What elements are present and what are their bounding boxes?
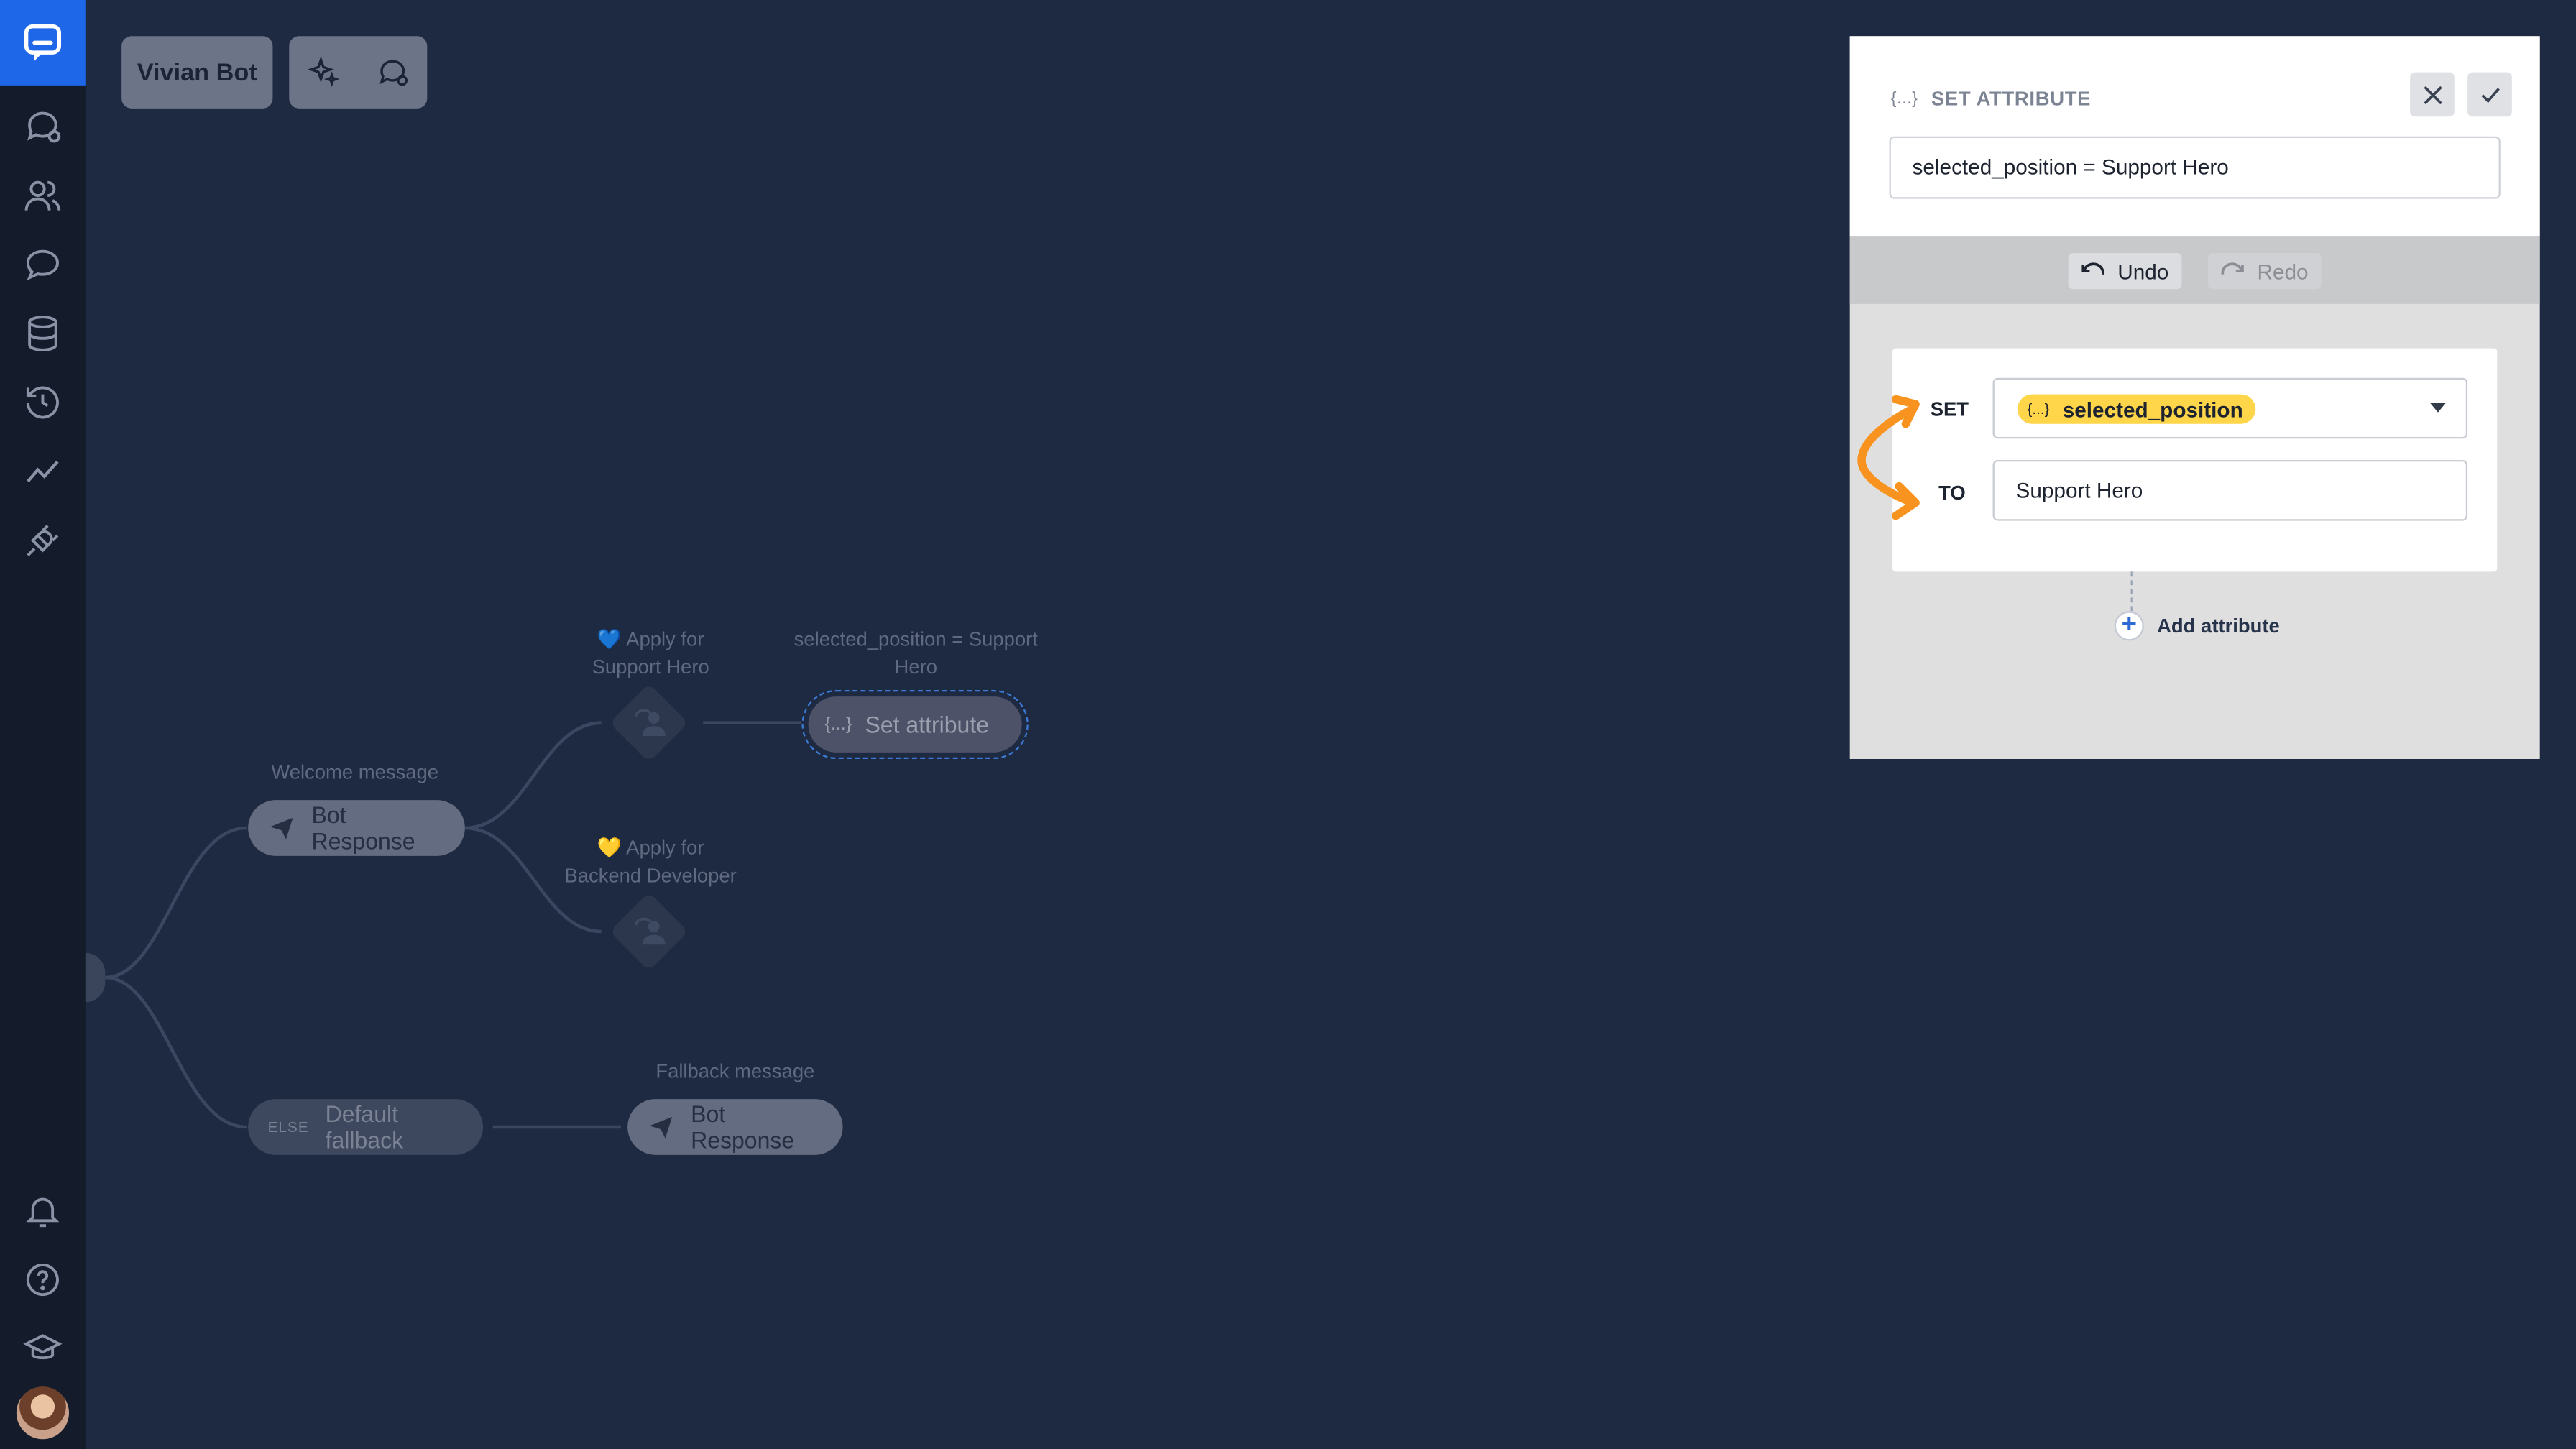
user-condition-icon [634,917,666,945]
branch-label-line: Backend Developer [564,864,737,888]
redo-label: Redo [2257,258,2309,284]
add-attribute-connector [2130,571,2133,612]
attribute-card: SET {...} selected_position TO Support H… [1892,348,2498,572]
welcome-bot-response-node[interactable]: Bot Response [248,800,465,856]
branch-label-line: Support Hero [592,655,709,678]
fallback-message-label: Fallback message [656,1059,815,1083]
undo-button[interactable]: Undo [2068,252,2182,290]
panel-header: {...} SET ATTRIBUTE selected_position = … [1849,36,2540,237]
close-icon [2423,85,2442,104]
send-icon [270,817,293,840]
node-label: Set attribute [865,711,990,738]
node-label: Default fallback [325,1100,404,1154]
attribute-value-field[interactable]: Support Hero [1992,459,2468,521]
attribute-select[interactable]: {...} selected_position [1992,377,2468,439]
set-attribute-node[interactable]: {...} Set attribute [801,689,1029,759]
set-attribute-node-label: selected_position = Support Hero [772,626,1059,682]
annotation-arrows [1857,395,1920,520]
set-attribute-panel: {...} SET ATTRIBUTE selected_position = … [1849,36,2540,759]
node-label: Bot Response [311,801,415,855]
fallback-bot-response-node[interactable]: Bot Response [627,1099,843,1155]
set-attribute-label-line: selected_position = Support [794,627,1038,651]
check-icon [2480,87,2499,103]
panel-title-text: SET ATTRIBUTE [1931,87,2092,111]
branch-backend-developer-label: 💛 Apply for Backend Developer [552,834,749,891]
braces-icon: {...} [2027,400,2050,418]
add-attribute-button[interactable]: + Add attribute [2114,611,2280,641]
undo-icon [2082,262,2104,275]
else-tag: ELSE [267,1118,309,1136]
confirm-button[interactable] [2467,72,2512,117]
add-attribute-label: Add attribute [2157,614,2280,638]
panel-title: {...} SET ATTRIBUTE [1891,87,2091,110]
node-label: Bot Response [691,1100,795,1154]
user-condition-icon [634,709,666,736]
chevron-down-icon[interactable] [2429,402,2447,413]
undo-label: Undo [2117,258,2169,284]
branch-support-hero-label: 💙 Apply for Support Hero [558,626,742,682]
welcome-message-label: Welcome message [271,760,439,784]
undo-redo-bar: Undo Redo [1849,236,2540,304]
close-button[interactable] [2410,72,2455,117]
plus-icon: + [2114,611,2144,641]
braces-icon: {...} [1890,89,1918,108]
attribute-name: selected_position [2062,396,2243,422]
redo-button[interactable]: Redo [2207,252,2322,290]
set-attribute-label-line: Hero [894,655,937,678]
branch-label-line: 💛 Apply for [597,836,704,860]
attribute-chip: {...} selected_position [2017,394,2257,424]
branch-label-line: 💙 Apply for [597,627,704,651]
set-attribute-node-body: {...} Set attribute [808,696,1022,753]
summary-field[interactable]: selected_position = Support Hero [1889,136,2501,199]
braces-icon: {...} [824,714,852,735]
default-fallback-node[interactable]: ELSE Default fallback [248,1099,483,1155]
redo-icon [2221,262,2244,275]
send-icon [649,1116,673,1138]
